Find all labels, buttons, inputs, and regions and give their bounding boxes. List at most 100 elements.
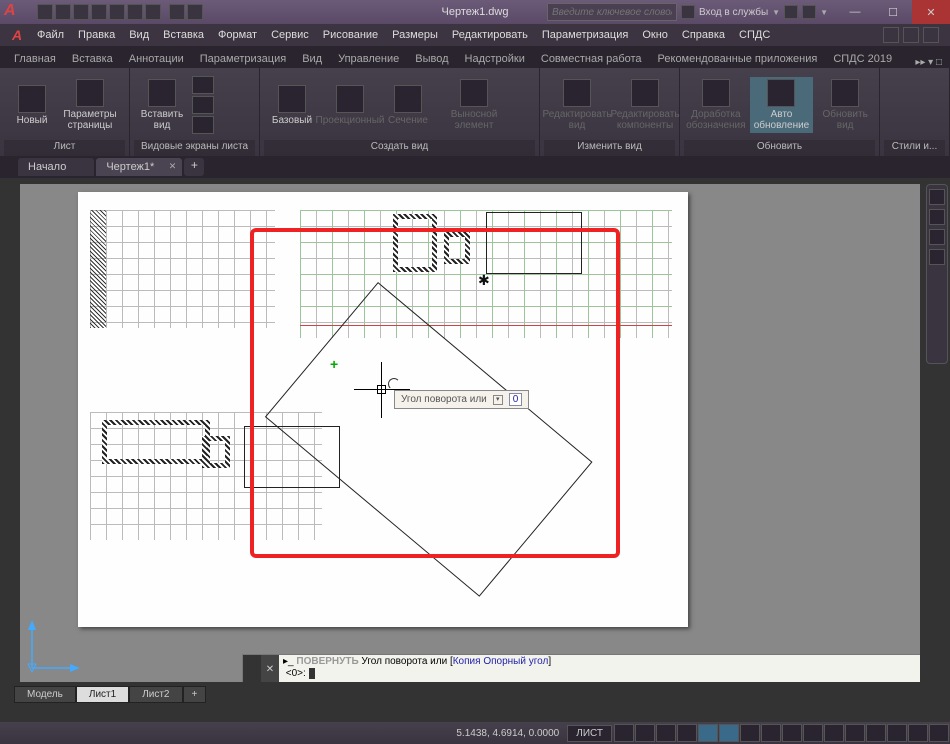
sb-polar[interactable]: [677, 724, 697, 742]
btn-auto-update[interactable]: Авто обновление: [750, 77, 814, 133]
menu-param[interactable]: Параметризация: [535, 27, 635, 43]
sb-ann[interactable]: [845, 724, 865, 742]
btn-new-layout[interactable]: Новый: [4, 83, 60, 128]
sb-snap[interactable]: [635, 724, 655, 742]
rtab-manage[interactable]: Управление: [330, 50, 407, 68]
user-icon[interactable]: [681, 5, 695, 19]
menu-insert[interactable]: Вставка: [156, 27, 211, 43]
btn-section[interactable]: Сечение: [380, 83, 436, 128]
btn-edit-view[interactable]: Редактировать вид: [544, 77, 610, 133]
rtab-insert[interactable]: Вставка: [64, 50, 121, 68]
cmd-opt-ref[interactable]: Опорный угол: [483, 656, 548, 667]
rtab-collab[interactable]: Совместная работа: [533, 50, 650, 68]
sm-viewport1[interactable]: [192, 76, 214, 94]
menu-view[interactable]: Вид: [122, 27, 156, 43]
sb-ws[interactable]: [866, 724, 886, 742]
rtab-spds[interactable]: СПДС 2019: [825, 50, 900, 68]
qat-undo[interactable]: [127, 4, 143, 20]
sb-sc[interactable]: [824, 724, 844, 742]
pan-icon[interactable]: [929, 209, 945, 225]
btn-update-view[interactable]: Обновить вид: [815, 77, 875, 133]
ltab-sheet1[interactable]: Лист1: [76, 686, 129, 703]
sb-grid[interactable]: [614, 724, 634, 742]
qat-save[interactable]: [73, 4, 89, 20]
doc-close[interactable]: [923, 27, 939, 43]
mode-chip[interactable]: ЛИСТ: [567, 725, 612, 742]
menu-edit[interactable]: Правка: [71, 27, 122, 43]
rtab-addins[interactable]: Надстройки: [457, 50, 533, 68]
qat-more1[interactable]: [169, 4, 185, 20]
doc-min[interactable]: [883, 27, 899, 43]
app-menu-icon[interactable]: A: [4, 26, 30, 44]
menu-dims[interactable]: Размеры: [385, 27, 445, 43]
add-doc-button[interactable]: +: [184, 158, 204, 176]
qat-open[interactable]: [55, 4, 71, 20]
ltab-model[interactable]: Модель: [14, 686, 76, 703]
sb-osnap[interactable]: [698, 724, 718, 742]
maximize-button[interactable]: ☐: [874, 0, 912, 24]
rtab-view[interactable]: Вид: [294, 50, 330, 68]
btn-detail[interactable]: Выносной элемент: [438, 77, 510, 133]
dynamic-input[interactable]: Угол поворота или ▾ 0: [394, 390, 529, 409]
close-icon[interactable]: ✕: [169, 161, 177, 172]
command-line[interactable]: ✕ ▸_ ПОВЕРНУТЬ Угол поворота или [Копия …: [242, 654, 920, 682]
rtab-annot[interactable]: Аннотации: [121, 50, 192, 68]
btn-page-setup[interactable]: Параметры страницы: [62, 77, 118, 133]
qat-redo[interactable]: [145, 4, 161, 20]
doctab-drawing[interactable]: Чертеж1*✕: [96, 158, 182, 176]
menu-format[interactable]: Формат: [211, 27, 264, 43]
sb-dyn[interactable]: [740, 724, 760, 742]
qat-more2[interactable]: [187, 4, 203, 20]
rtab-featured[interactable]: Рекомендованные приложения: [650, 50, 826, 68]
sb-lwt[interactable]: [761, 724, 781, 742]
qat-saveas[interactable]: [91, 4, 107, 20]
qat-new[interactable]: [37, 4, 53, 20]
doc-max[interactable]: [903, 27, 919, 43]
menu-modify[interactable]: Редактировать: [445, 27, 535, 43]
menu-service[interactable]: Сервис: [264, 27, 316, 43]
sb-otrack[interactable]: [719, 724, 739, 742]
help-icon[interactable]: [802, 5, 816, 19]
menu-help[interactable]: Справка: [675, 27, 732, 43]
cmd-opt-copy[interactable]: Копия: [453, 656, 481, 667]
wheel-icon[interactable]: [929, 189, 945, 205]
btn-projected[interactable]: Проекционный: [322, 83, 378, 128]
menu-spds[interactable]: СПДС: [732, 27, 777, 43]
sb-clean[interactable]: [908, 724, 928, 742]
btn-base[interactable]: Базовый: [264, 83, 320, 128]
exchange-icon[interactable]: [784, 5, 798, 19]
ltab-sheet2[interactable]: Лист2: [129, 686, 182, 703]
cmd-handle[interactable]: [243, 655, 261, 682]
btn-insert-view[interactable]: Вставить вид: [134, 77, 190, 133]
sb-more[interactable]: [929, 724, 949, 742]
sb-trans[interactable]: [782, 724, 802, 742]
rtab-param[interactable]: Параметризация: [192, 50, 294, 68]
ltab-add[interactable]: +: [183, 686, 207, 703]
options-icon[interactable]: ▾: [493, 395, 503, 405]
btn-edit-comp[interactable]: Редактировать компоненты: [612, 77, 678, 133]
minimize-button[interactable]: —: [836, 0, 874, 24]
rtab-home[interactable]: Главная: [6, 50, 64, 68]
menu-draw[interactable]: Рисование: [316, 27, 385, 43]
search-input[interactable]: [547, 3, 677, 21]
menu-file[interactable]: Файл: [30, 27, 71, 43]
angle-input[interactable]: 0: [509, 393, 523, 406]
ribbon-collapse-icon[interactable]: ▸▸ ▾ □: [915, 57, 942, 68]
sm-viewport2[interactable]: [192, 96, 214, 114]
login-link[interactable]: Вход в службы: [699, 7, 768, 18]
sb-qp[interactable]: [803, 724, 823, 742]
cmd-close-icon[interactable]: ✕: [261, 655, 279, 682]
zoom-icon[interactable]: [929, 229, 945, 245]
rtab-output[interactable]: Вывод: [407, 50, 456, 68]
doctab-start[interactable]: Начало: [18, 158, 94, 176]
menu-window[interactable]: Окно: [635, 27, 675, 43]
qat-plot[interactable]: [109, 4, 125, 20]
sm-viewport3[interactable]: [192, 116, 214, 134]
sb-iso[interactable]: [887, 724, 907, 742]
orbit-icon[interactable]: [929, 249, 945, 265]
layout-tabs: Модель Лист1 Лист2 +: [14, 684, 206, 704]
sb-ortho[interactable]: [656, 724, 676, 742]
drawing-canvas[interactable]: ✱ + Угол поворота или ▾ 0 Базовая точка:…: [20, 184, 920, 682]
close-button[interactable]: ✕: [912, 0, 950, 24]
btn-symbol[interactable]: Доработка обозначения: [684, 77, 748, 133]
